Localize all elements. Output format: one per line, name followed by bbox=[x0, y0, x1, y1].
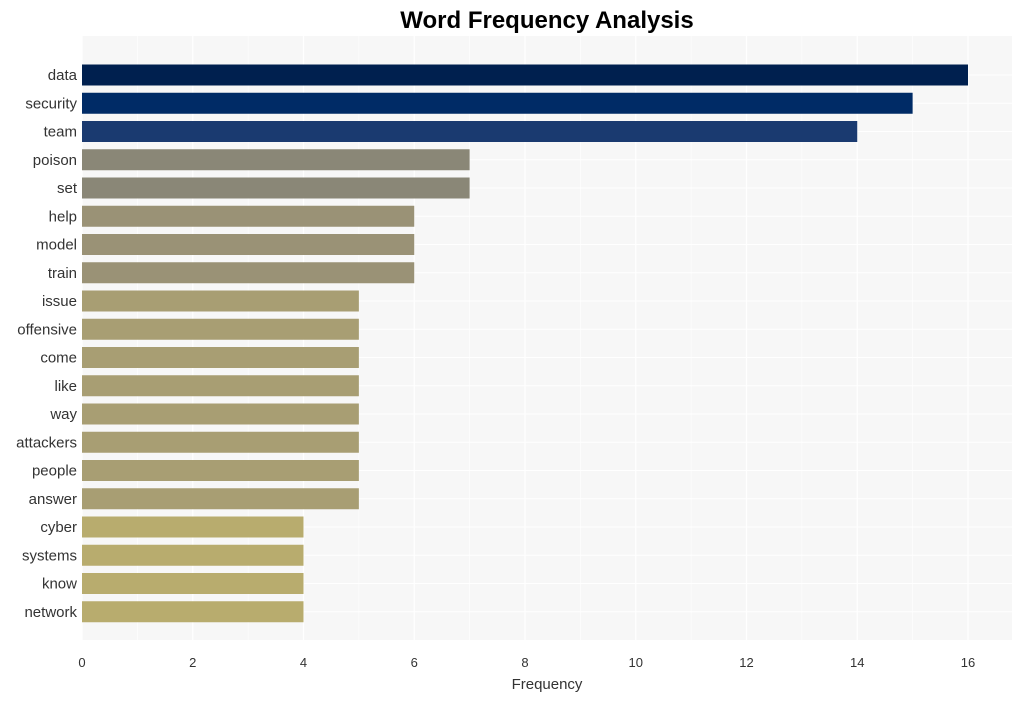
x-tick-0: 0 bbox=[78, 655, 85, 670]
bar-know bbox=[82, 573, 304, 594]
y-label-people: people bbox=[32, 463, 77, 480]
bar-set bbox=[82, 177, 470, 199]
bar-offensive bbox=[82, 318, 359, 340]
y-label-network: network bbox=[24, 604, 77, 621]
chart-title: Word Frequency Analysis bbox=[400, 7, 693, 34]
y-axis-labels: data security team poison set help model train i… bbox=[16, 67, 78, 621]
y-label-attackers: attackers bbox=[16, 434, 77, 451]
x-tick-16: 16 bbox=[961, 655, 975, 670]
bar-like bbox=[82, 375, 359, 397]
bar-team bbox=[82, 121, 858, 142]
bar-data bbox=[82, 64, 968, 86]
y-label-security: security bbox=[25, 95, 77, 112]
y-label-set: set bbox=[57, 180, 78, 197]
y-label-poison: poison bbox=[33, 152, 77, 169]
y-label-cyber: cyber bbox=[40, 519, 77, 536]
x-tick-10: 10 bbox=[629, 655, 643, 670]
y-label-help: help bbox=[49, 208, 77, 225]
bar-come bbox=[82, 347, 359, 368]
y-label-know: know bbox=[42, 576, 77, 593]
bar-poison bbox=[82, 149, 470, 171]
x-axis-label: Frequency bbox=[512, 676, 583, 693]
bar-systems bbox=[82, 544, 304, 566]
y-label-come: come bbox=[40, 350, 77, 367]
y-label-systems: systems bbox=[22, 547, 77, 564]
bar-security bbox=[82, 92, 913, 114]
y-label-data: data bbox=[48, 67, 78, 84]
x-tick-12: 12 bbox=[739, 655, 753, 670]
word-frequency-chart: Word Frequency Analysis data security team… bbox=[16, 7, 1012, 693]
x-axis-ticks: 0 2 4 6 8 10 12 14 16 bbox=[78, 655, 975, 670]
y-label-answer: answer bbox=[29, 491, 77, 508]
bar-network bbox=[82, 601, 304, 623]
y-label-offensive: offensive bbox=[17, 321, 77, 338]
x-tick-2: 2 bbox=[189, 655, 196, 670]
bar-train bbox=[82, 262, 415, 284]
bar-attackers bbox=[82, 431, 359, 453]
x-tick-4: 4 bbox=[300, 655, 307, 670]
bar-model bbox=[82, 234, 415, 255]
bar-answer bbox=[82, 488, 359, 510]
x-tick-14: 14 bbox=[850, 655, 864, 670]
y-label-model: model bbox=[36, 237, 77, 254]
y-label-team: team bbox=[44, 124, 77, 141]
bar-way bbox=[82, 403, 359, 425]
y-label-like: like bbox=[54, 378, 77, 395]
x-tick-8: 8 bbox=[521, 655, 528, 670]
bar-issue bbox=[82, 290, 359, 312]
bar-help bbox=[82, 205, 415, 227]
bar-people bbox=[82, 460, 359, 481]
y-label-issue: issue bbox=[42, 293, 77, 310]
y-label-train: train bbox=[48, 265, 77, 282]
y-label-way: way bbox=[49, 406, 77, 423]
bar-cyber bbox=[82, 516, 304, 538]
x-tick-6: 6 bbox=[411, 655, 418, 670]
